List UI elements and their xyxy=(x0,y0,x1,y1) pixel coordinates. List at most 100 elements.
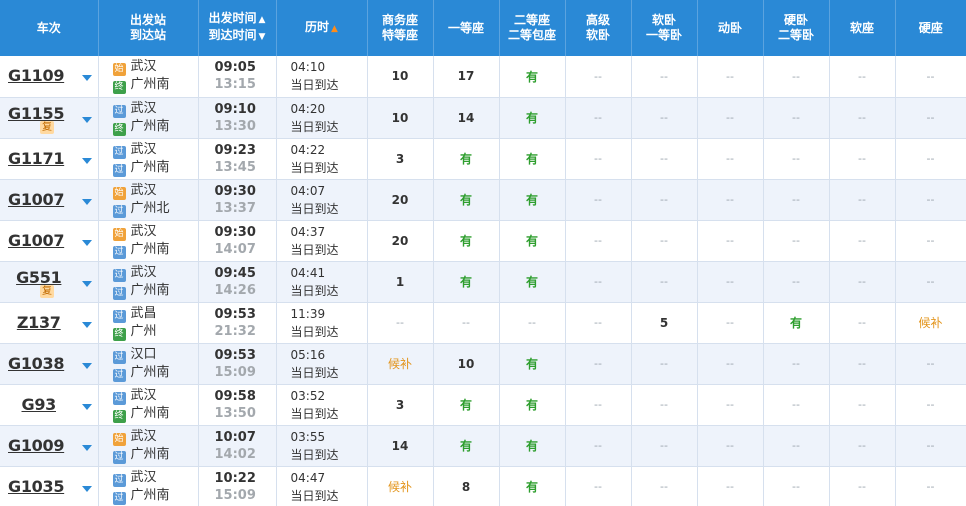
pass-station-icon: 过 xyxy=(112,391,126,405)
chevron-down-icon[interactable] xyxy=(81,75,92,82)
seat-business-seat[interactable]: 3 xyxy=(367,138,434,180)
seat-second-class[interactable]: 有 xyxy=(499,261,566,303)
end-station-icon: 终 xyxy=(112,81,126,95)
chevron-down-icon[interactable] xyxy=(81,444,92,451)
train-number-link[interactable]: G1007 xyxy=(8,190,64,209)
seat-first-class[interactable]: 有 xyxy=(433,425,500,467)
sort-up-icon[interactable]: ▲ xyxy=(259,13,266,28)
seat-hard-sleeper: -- xyxy=(763,384,830,426)
seat-soft-sleeper: -- xyxy=(631,343,698,385)
seat-hard-sleeper[interactable]: 有 xyxy=(763,302,830,344)
duration-value: 04:37 xyxy=(290,224,326,239)
train-number-link[interactable]: G551 xyxy=(0,268,78,287)
seat-soft-seat: -- xyxy=(829,220,896,262)
seat-second-class[interactable]: 有 xyxy=(499,384,566,426)
arrival-time: 13:45 xyxy=(214,159,256,175)
pass-station-icon: 过 xyxy=(112,450,126,464)
to-station: 广州南 xyxy=(130,487,170,503)
seat-first-class[interactable]: 8 xyxy=(433,466,500,506)
seat-business-seat[interactable]: 1 xyxy=(367,261,434,303)
arrival-note: 当日到达 xyxy=(290,78,339,93)
duration-cell: 04:37 当日到达 xyxy=(276,220,368,262)
train-cell: G1109 xyxy=(0,56,99,98)
pass-station-icon: 过 xyxy=(112,350,126,364)
times-cell: 09:10 13:30 xyxy=(198,97,277,139)
stations-cell: 始武汉终广州南 xyxy=(98,56,199,98)
train-number-link[interactable]: Z137 xyxy=(0,313,78,332)
chevron-down-icon[interactable] xyxy=(81,157,92,164)
table-body: G1109 始武汉终广州南 09:05 13:15 04:10 当日到达 10 17 有 -- --… xyxy=(0,56,966,506)
header-times[interactable]: 出发时间 ▲ 到达时间 ▼ xyxy=(198,0,277,56)
train-number-link[interactable]: G1155 xyxy=(8,104,64,123)
seat-soft-sleeper: -- xyxy=(631,384,698,426)
arrival-time: 14:07 xyxy=(214,241,256,257)
duration-cell: 04:47 当日到达 xyxy=(276,466,368,506)
seat-business-seat[interactable]: 10 xyxy=(367,56,434,98)
chevron-down-icon[interactable] xyxy=(81,198,92,205)
chevron-down-icon[interactable] xyxy=(81,321,92,328)
seat-second-class[interactable]: 有 xyxy=(499,343,566,385)
seat-first-class[interactable]: 有 xyxy=(433,220,500,262)
seat-second-class[interactable]: 有 xyxy=(499,179,566,221)
seat-first-class[interactable]: 有 xyxy=(433,261,500,303)
sort-up-icon[interactable]: ▲ xyxy=(331,22,338,37)
train-number-link[interactable]: G1035 xyxy=(8,477,64,496)
train-number-link[interactable]: G1171 xyxy=(8,149,64,168)
seat-business-seat[interactable]: 14 xyxy=(367,425,434,467)
to-station: 广州南 xyxy=(130,364,170,380)
duration-value: 04:47 xyxy=(290,470,326,485)
departure-time: 09:53 xyxy=(214,347,256,363)
chevron-down-icon[interactable] xyxy=(81,403,92,410)
seat-business-seat[interactable]: 3 xyxy=(367,384,434,426)
seat-business-seat[interactable]: 20 xyxy=(367,179,434,221)
seat-first-class[interactable]: 有 xyxy=(433,384,500,426)
seat-first-class[interactable]: 10 xyxy=(433,343,500,385)
seat-moving-sleeper: -- xyxy=(697,343,764,385)
seat-second-class[interactable]: 有 xyxy=(499,138,566,180)
chevron-down-icon[interactable] xyxy=(81,280,92,287)
seat-second-class[interactable]: 有 xyxy=(499,466,566,506)
seat-first-class[interactable]: 17 xyxy=(433,56,500,98)
train-number-link[interactable]: G1009 xyxy=(8,436,64,455)
seat-hard-sleeper: -- xyxy=(763,138,830,180)
seat-soft-sleeper: -- xyxy=(631,97,698,139)
seat-second-class[interactable]: 有 xyxy=(499,97,566,139)
train-number-link[interactable]: G1038 xyxy=(8,354,64,373)
header-duration[interactable]: 历时 ▲ xyxy=(276,0,368,56)
seat-soft-sleeper: -- xyxy=(631,220,698,262)
chevron-down-icon[interactable] xyxy=(81,485,92,492)
chevron-down-icon[interactable] xyxy=(81,239,92,246)
seat-business-seat[interactable]: 20 xyxy=(367,220,434,262)
stations-cell: 过武汉过广州南 xyxy=(98,466,199,506)
sort-down-icon[interactable]: ▼ xyxy=(259,30,266,45)
seat-business-seat[interactable]: 10 xyxy=(367,97,434,139)
seat-moving-sleeper: -- xyxy=(697,138,764,180)
seat-hard-sleeper: -- xyxy=(763,425,830,467)
seat-business-seat[interactable]: 候补 xyxy=(367,343,434,385)
seat-hard-seat[interactable]: 候补 xyxy=(895,302,966,344)
duration-cell: 04:20 当日到达 xyxy=(276,97,368,139)
seat-second-class[interactable]: 有 xyxy=(499,56,566,98)
seat-first-class[interactable]: 有 xyxy=(433,138,500,180)
duration-value: 04:22 xyxy=(290,142,326,157)
seat-moving-sleeper: -- xyxy=(697,384,764,426)
departure-time: 10:07 xyxy=(214,429,256,445)
train-number-link[interactable]: G93 xyxy=(0,395,78,414)
header-first-class: 一等座 xyxy=(433,0,500,56)
seat-business-seat[interactable]: 候补 xyxy=(367,466,434,506)
seat-hard-seat: -- xyxy=(895,220,966,262)
chevron-down-icon[interactable] xyxy=(81,116,92,123)
arrival-note: 当日到达 xyxy=(290,201,339,216)
seat-hard-seat: -- xyxy=(895,179,966,221)
train-number-link[interactable]: G1007 xyxy=(8,231,64,250)
train-number-link[interactable]: G1109 xyxy=(8,66,64,85)
seat-first-class[interactable]: 14 xyxy=(433,97,500,139)
seat-second-class[interactable]: 有 xyxy=(499,425,566,467)
to-station: 广州南 xyxy=(130,446,170,462)
seat-soft-sleeper: -- xyxy=(631,56,698,98)
chevron-down-icon[interactable] xyxy=(81,362,92,369)
seat-first-class[interactable]: 有 xyxy=(433,179,500,221)
seat-advanced-soft-sleeper: -- xyxy=(565,425,632,467)
seat-soft-sleeper[interactable]: 5 xyxy=(631,302,698,344)
seat-second-class[interactable]: 有 xyxy=(499,220,566,262)
